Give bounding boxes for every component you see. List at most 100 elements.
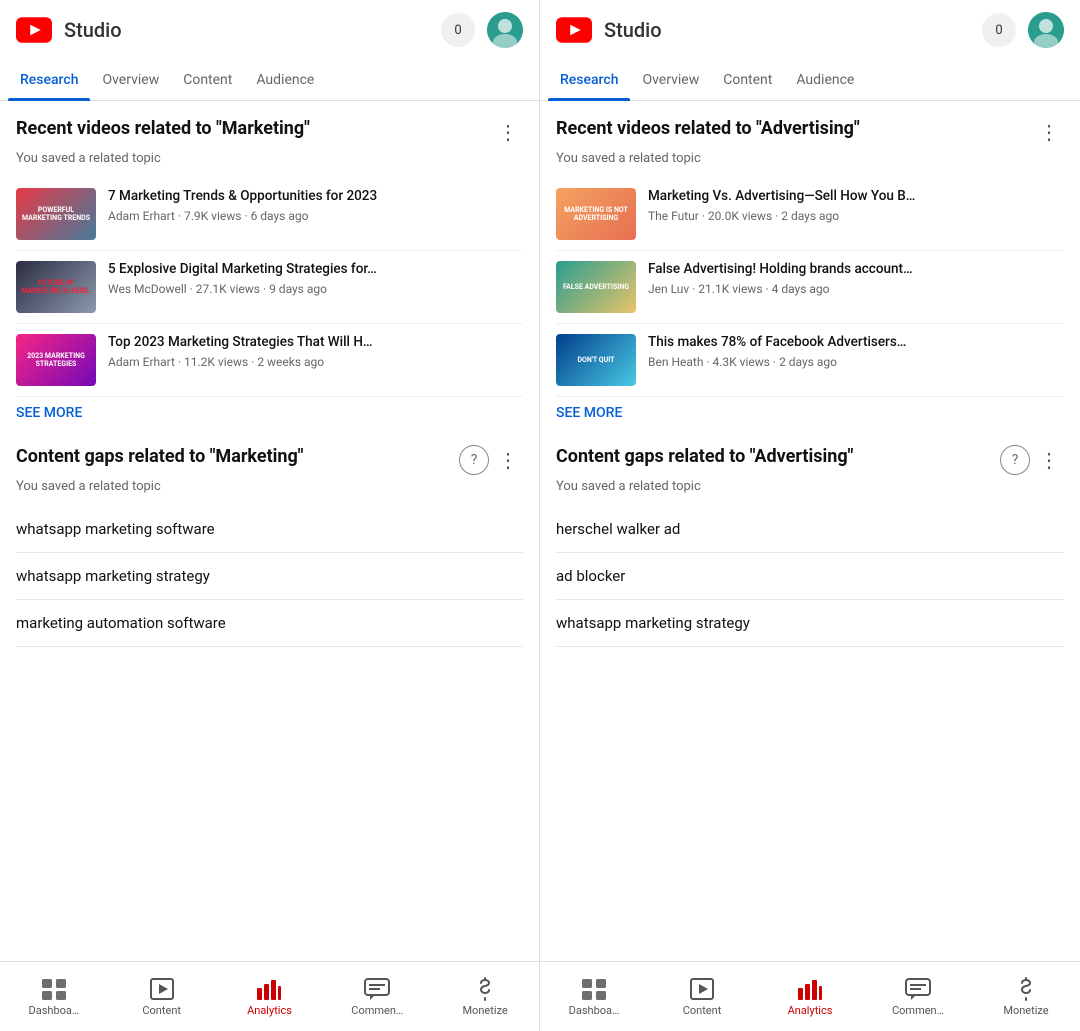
tab-audience[interactable]: Audience bbox=[244, 60, 326, 100]
tab-overview[interactable]: Overview bbox=[630, 60, 711, 100]
panel-right: Studio 0 Research Overview Content Audie… bbox=[540, 0, 1080, 1031]
tab-audience[interactable]: Audience bbox=[784, 60, 866, 100]
content-gaps-subtitle: You saved a related topic bbox=[16, 479, 523, 494]
video-thumbnail: FUTURE OF MARKETING IS HERE. bbox=[16, 261, 96, 313]
help-button[interactable]: ? bbox=[459, 445, 489, 475]
nav-label-comments: Commen… bbox=[892, 1004, 944, 1017]
nav-item-comments[interactable]: Commen… bbox=[864, 971, 972, 1023]
video-thumbnail: POWERFUL MARKETING TRENDS bbox=[16, 188, 96, 240]
tabs-bar: Research Overview Content Audience bbox=[540, 60, 1080, 101]
nav-label-content: Content bbox=[142, 1004, 181, 1017]
video-title: Top 2023 Marketing Strategies That Will … bbox=[108, 334, 523, 352]
video-item: FUTURE OF MARKETING IS HERE. 5 Explosive… bbox=[16, 251, 523, 324]
nav-label-monetize: Monetize bbox=[1003, 1004, 1048, 1017]
notification-badge[interactable]: 0 bbox=[982, 13, 1016, 47]
see-more-button[interactable]: SEE MORE bbox=[556, 405, 622, 421]
nav-label-comments: Commen… bbox=[351, 1004, 403, 1017]
tab-content[interactable]: Content bbox=[711, 60, 784, 100]
video-meta: Adam Erhart · 11.2K views · 2 weeks ago bbox=[108, 355, 523, 369]
see-more-button[interactable]: SEE MORE bbox=[16, 405, 82, 421]
recent-videos-more-button[interactable]: ⋮ bbox=[493, 117, 523, 147]
nav-label-dashboard: Dashboa… bbox=[569, 1004, 620, 1017]
video-thumbnail: FALSE ADVERTISING bbox=[556, 261, 636, 313]
main-content: Recent videos related to "Advertising" ⋮… bbox=[540, 101, 1080, 1031]
recent-videos-subtitle: You saved a related topic bbox=[556, 151, 1064, 166]
video-thumbnail: MARKETING IS NOT ADVERTISING bbox=[556, 188, 636, 240]
nav-label-content: Content bbox=[683, 1004, 722, 1017]
gaps-actions: ? ⋮ bbox=[459, 445, 523, 475]
tab-research[interactable]: Research bbox=[548, 60, 630, 100]
gaps-actions: ? ⋮ bbox=[1000, 445, 1064, 475]
video-meta: Adam Erhart · 7.9K views · 6 days ago bbox=[108, 209, 523, 223]
bottom-navigation: Dashboa… Content Analytics bbox=[540, 961, 1080, 1031]
gaps-section-header: Content gaps related to "Advertising" ? … bbox=[556, 445, 1064, 475]
recent-videos-more-button[interactable]: ⋮ bbox=[1034, 117, 1064, 147]
notification-badge[interactable]: 0 bbox=[441, 13, 475, 47]
video-info: Marketing Vs. Advertising—Sell How You B… bbox=[648, 188, 1064, 223]
section-header: Recent videos related to "Marketing" ⋮ bbox=[16, 117, 523, 147]
section-header: Recent videos related to "Advertising" ⋮ bbox=[556, 117, 1064, 147]
video-info: 5 Explosive Digital Marketing Strategies… bbox=[108, 261, 523, 296]
content-gaps-section: Content gaps related to "Advertising" ? … bbox=[556, 445, 1064, 647]
video-item: DON'T QUIT This makes 78% of Facebook Ad… bbox=[556, 324, 1064, 397]
nav-item-analytics[interactable]: Analytics bbox=[756, 971, 864, 1023]
panel-left: Studio 0 Research Overview Content Audie… bbox=[0, 0, 540, 1031]
header-right: 0 bbox=[982, 12, 1064, 48]
nav-label-dashboard: Dashboa… bbox=[29, 1004, 80, 1017]
content-gaps-section: Content gaps related to "Marketing" ? ⋮ … bbox=[16, 445, 523, 647]
nav-item-dashboard[interactable]: Dashboa… bbox=[0, 971, 108, 1023]
video-title: 5 Explosive Digital Marketing Strategies… bbox=[108, 261, 523, 279]
video-info: This makes 78% of Facebook Advertisers… … bbox=[648, 334, 1064, 369]
studio-text: Studio bbox=[64, 18, 122, 42]
video-meta: Jen Luv · 21.1K views · 4 days ago bbox=[648, 282, 1064, 296]
header-right: 0 bbox=[441, 12, 523, 48]
nav-item-monetize[interactable]: Monetize bbox=[972, 971, 1080, 1023]
monetize-icon bbox=[1012, 977, 1040, 1001]
gaps-section-header: Content gaps related to "Marketing" ? ⋮ bbox=[16, 445, 523, 475]
nav-item-content[interactable]: Content bbox=[108, 971, 216, 1023]
youtube-logo bbox=[556, 17, 592, 43]
studio-text: Studio bbox=[604, 18, 662, 42]
video-meta: The Futur · 20.0K views · 2 days ago bbox=[648, 209, 1064, 223]
help-button[interactable]: ? bbox=[1000, 445, 1030, 475]
content-icon bbox=[148, 977, 176, 1001]
nav-item-monetize[interactable]: Monetize bbox=[431, 971, 539, 1023]
content-gaps-more-button[interactable]: ⋮ bbox=[1034, 445, 1064, 475]
video-meta: Ben Heath · 4.3K views · 2 days ago bbox=[648, 355, 1064, 369]
tab-research[interactable]: Research bbox=[8, 60, 90, 100]
avatar[interactable] bbox=[487, 12, 523, 48]
content-gaps-title: Content gaps related to "Marketing" bbox=[16, 445, 459, 468]
video-info: Top 2023 Marketing Strategies That Will … bbox=[108, 334, 523, 369]
tabs-bar: Research Overview Content Audience bbox=[0, 60, 539, 101]
recent-videos-section: Recent videos related to "Advertising" ⋮… bbox=[556, 117, 1064, 421]
nav-item-content[interactable]: Content bbox=[648, 971, 756, 1023]
video-info: 7 Marketing Trends & Opportunities for 2… bbox=[108, 188, 523, 223]
gap-item: whatsapp marketing strategy bbox=[556, 600, 1064, 647]
nav-item-analytics[interactable]: Analytics bbox=[216, 971, 324, 1023]
content-gaps-more-button[interactable]: ⋮ bbox=[493, 445, 523, 475]
video-item: 2023 MARKETING STRATEGIES Top 2023 Marke… bbox=[16, 324, 523, 397]
nav-label-monetize: Monetize bbox=[462, 1004, 507, 1017]
comments-icon bbox=[363, 977, 391, 1001]
recent-videos-title: Recent videos related to "Marketing" bbox=[16, 117, 493, 140]
analytics-icon bbox=[796, 977, 824, 1001]
logo-area: Studio bbox=[556, 17, 662, 43]
youtube-logo bbox=[16, 17, 52, 43]
bottom-navigation: Dashboa… Content Analytics bbox=[0, 961, 539, 1031]
content-gaps-title: Content gaps related to "Advertising" bbox=[556, 445, 1000, 468]
nav-item-comments[interactable]: Commen… bbox=[323, 971, 431, 1023]
analytics-icon bbox=[255, 977, 283, 1001]
nav-label-analytics: Analytics bbox=[788, 1004, 833, 1017]
video-title: Marketing Vs. Advertising—Sell How You B… bbox=[648, 188, 1064, 206]
avatar[interactable] bbox=[1028, 12, 1064, 48]
content-gaps-subtitle: You saved a related topic bbox=[556, 479, 1064, 494]
video-title: 7 Marketing Trends & Opportunities for 2… bbox=[108, 188, 523, 206]
dashboard-icon bbox=[580, 977, 608, 1001]
nav-item-dashboard[interactable]: Dashboa… bbox=[540, 971, 648, 1023]
tab-content[interactable]: Content bbox=[171, 60, 244, 100]
comments-icon bbox=[904, 977, 932, 1001]
recent-videos-section: Recent videos related to "Marketing" ⋮ Y… bbox=[16, 117, 523, 421]
gap-item: whatsapp marketing strategy bbox=[16, 553, 523, 600]
tab-overview[interactable]: Overview bbox=[90, 60, 171, 100]
video-title: This makes 78% of Facebook Advertisers… bbox=[648, 334, 1064, 352]
